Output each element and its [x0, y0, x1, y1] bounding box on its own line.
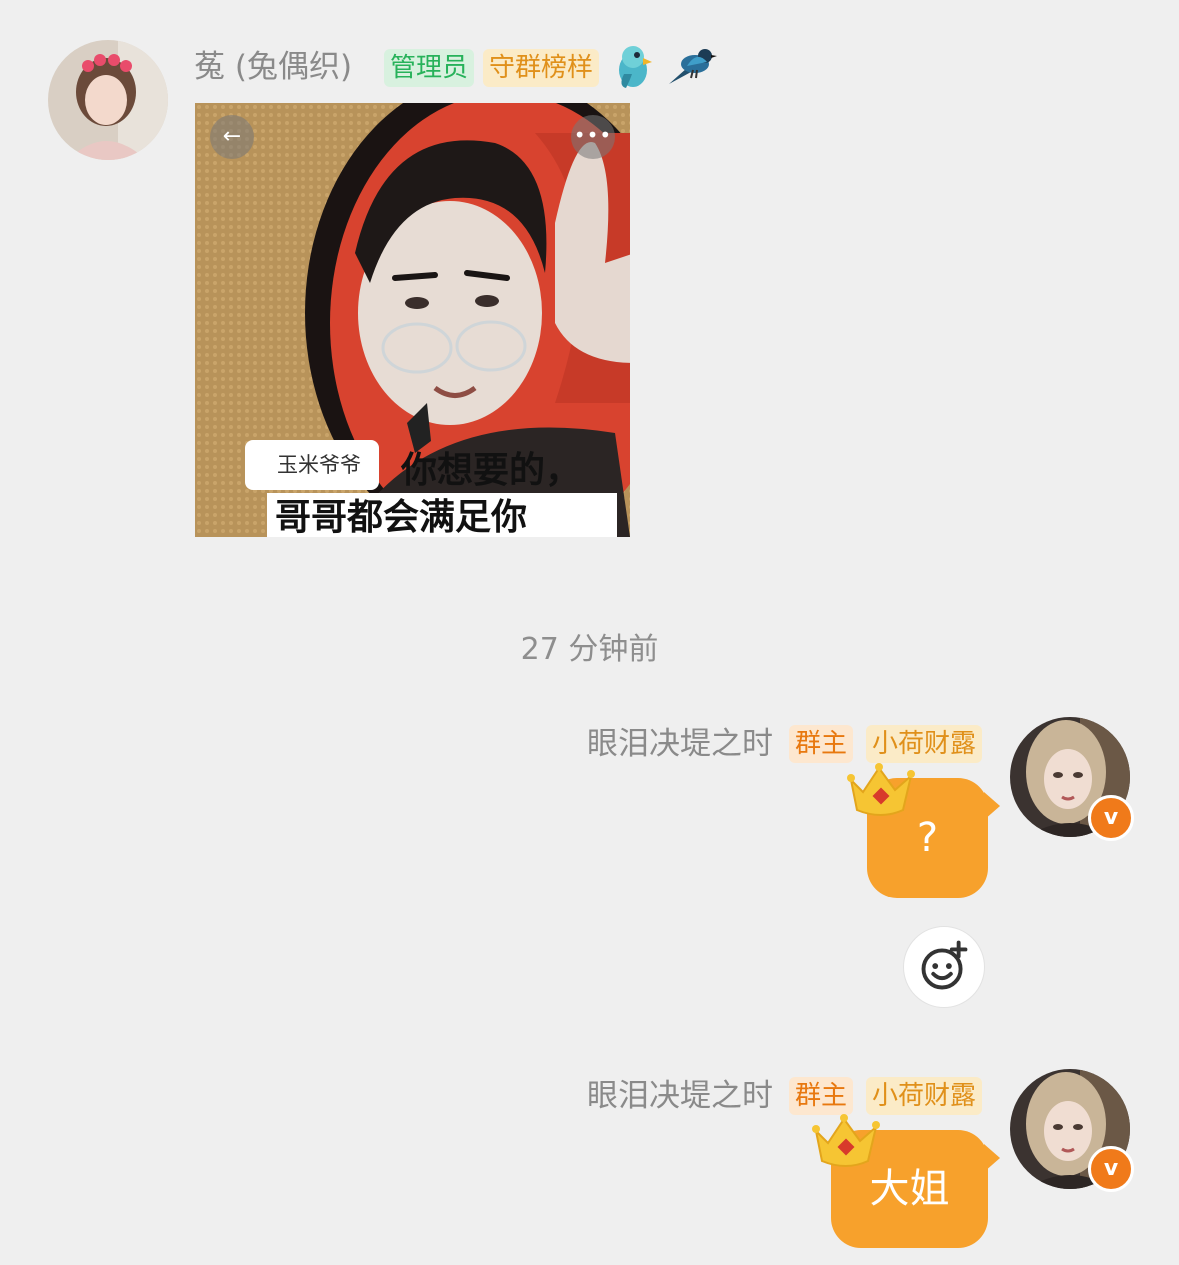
verified-icon: v [1088, 1146, 1134, 1192]
group-owner-badge: 群主 [789, 1077, 854, 1115]
sender-avatar[interactable] [48, 40, 168, 160]
meme-caption-tag: 玉米爷爷 [245, 440, 379, 490]
message-timestamp: 27 分钟前 [520, 632, 659, 667]
meme-image[interactable]: ← ••• 玉米爷爷 你想要的， 哥哥都会满足你 [195, 103, 630, 537]
message-text: ? [916, 815, 939, 861]
bubble-tail [984, 1144, 1000, 1172]
group-owner-badge: 群主 [789, 725, 854, 763]
emoji-add-icon [921, 940, 968, 990]
crown-icon [847, 763, 915, 816]
back-arrow-icon[interactable]: ← [210, 115, 254, 159]
verified-icon: v [1088, 795, 1134, 841]
meme-caption-line1: 你想要的， [401, 450, 582, 491]
bubble-tail [984, 792, 1000, 820]
rank-badge: 小荷财露 [866, 1077, 983, 1115]
crown-icon [812, 1114, 880, 1167]
rank-badge: 小荷财露 [866, 725, 983, 763]
more-options-icon[interactable]: ••• [571, 115, 615, 159]
add-reaction-button[interactable] [903, 926, 985, 1008]
role-model-badge: 守群榜样 [483, 49, 600, 87]
meme-caption-line2: 哥哥都会满足你 [275, 497, 528, 537]
sender-name[interactable]: 眼泪决堤之时 [587, 1077, 773, 1115]
sender-name[interactable]: 菟 (兔偶织) [194, 48, 352, 86]
message-text: 大姐 [869, 1166, 950, 1212]
magpie-icon [669, 49, 717, 84]
sender-name[interactable]: 眼泪决堤之时 [587, 725, 773, 763]
admin-badge: 管理员 [384, 49, 475, 87]
parrot-icon [619, 46, 652, 88]
